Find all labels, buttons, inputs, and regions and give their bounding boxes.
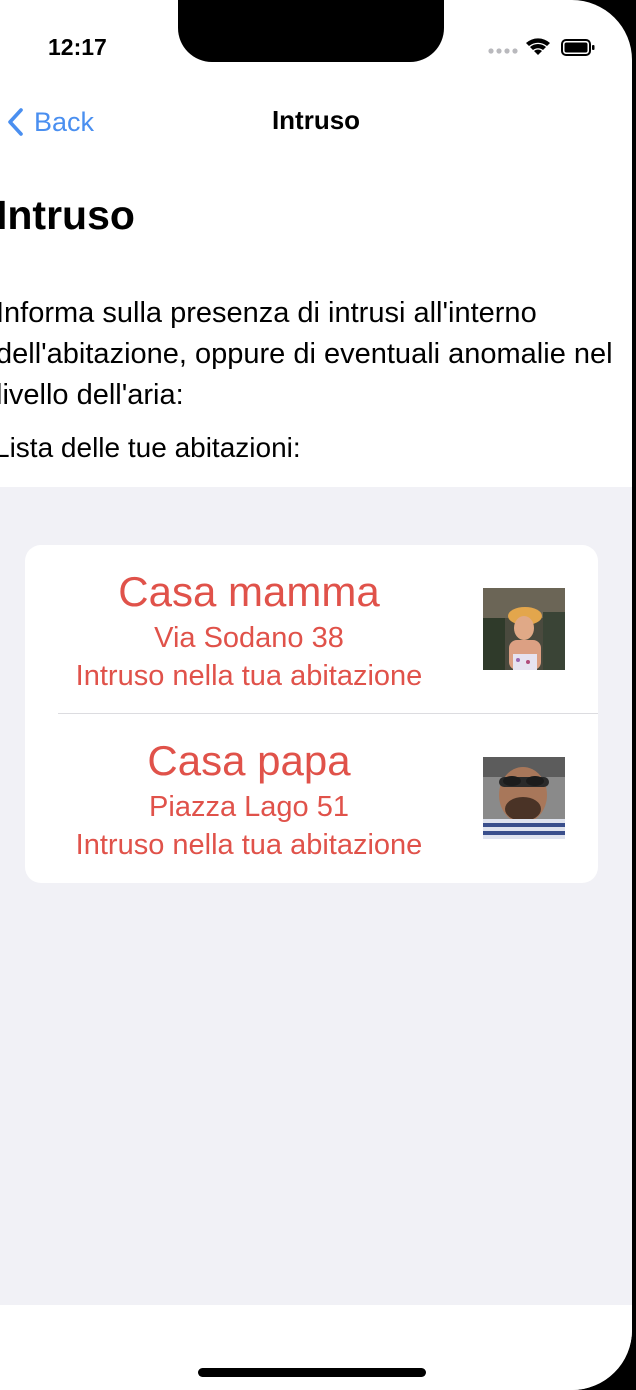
page-description: Informa sulla presenza di intrusi all'in…	[0, 297, 613, 411]
avatar	[483, 757, 565, 839]
home-status: Intruso nella tua abitazione	[75, 660, 423, 692]
home-name: Casa mamma	[118, 568, 380, 615]
wifi-icon	[526, 38, 550, 55]
status-icons	[488, 38, 595, 56]
home-row-casa-papa[interactable]: Casa papa Piazza Lago 51 Intruso nella t…	[25, 714, 598, 883]
nav-title: Intruso	[271, 105, 361, 135]
home-address: Via Sodano 38	[154, 622, 344, 654]
device-notch	[178, 0, 444, 62]
battery-icon	[561, 39, 595, 56]
bottom-safe-area	[0, 1305, 632, 1390]
signal-dots-icon	[488, 48, 518, 54]
home-indicator[interactable]	[198, 1368, 426, 1377]
avatar	[483, 588, 565, 670]
home-name: Casa papa	[147, 737, 351, 784]
home-text: Casa papa Piazza Lago 51 Intruso nella t…	[25, 734, 473, 864]
home-text: Casa mamma Via Sodano 38 Intruso nella t…	[25, 565, 473, 695]
list-caption: Lista delle tue abitazioni:	[0, 432, 301, 463]
home-row-casa-mamma[interactable]: Casa mamma Via Sodano 38 Intruso nella t…	[25, 545, 598, 714]
homes-list: Casa mamma Via Sodano 38 Intruso nella t…	[25, 545, 598, 883]
home-address: Piazza Lago 51	[149, 791, 349, 823]
status-time: 12:17	[48, 34, 107, 60]
navigation-bar: Back Intruso	[0, 95, 632, 149]
phone-screen: 12:17 Back Intruso Intruso Informa sulla…	[0, 0, 632, 1390]
home-status: Intruso nella tua abitazione	[75, 829, 423, 861]
page-title: Intruso	[0, 192, 135, 238]
